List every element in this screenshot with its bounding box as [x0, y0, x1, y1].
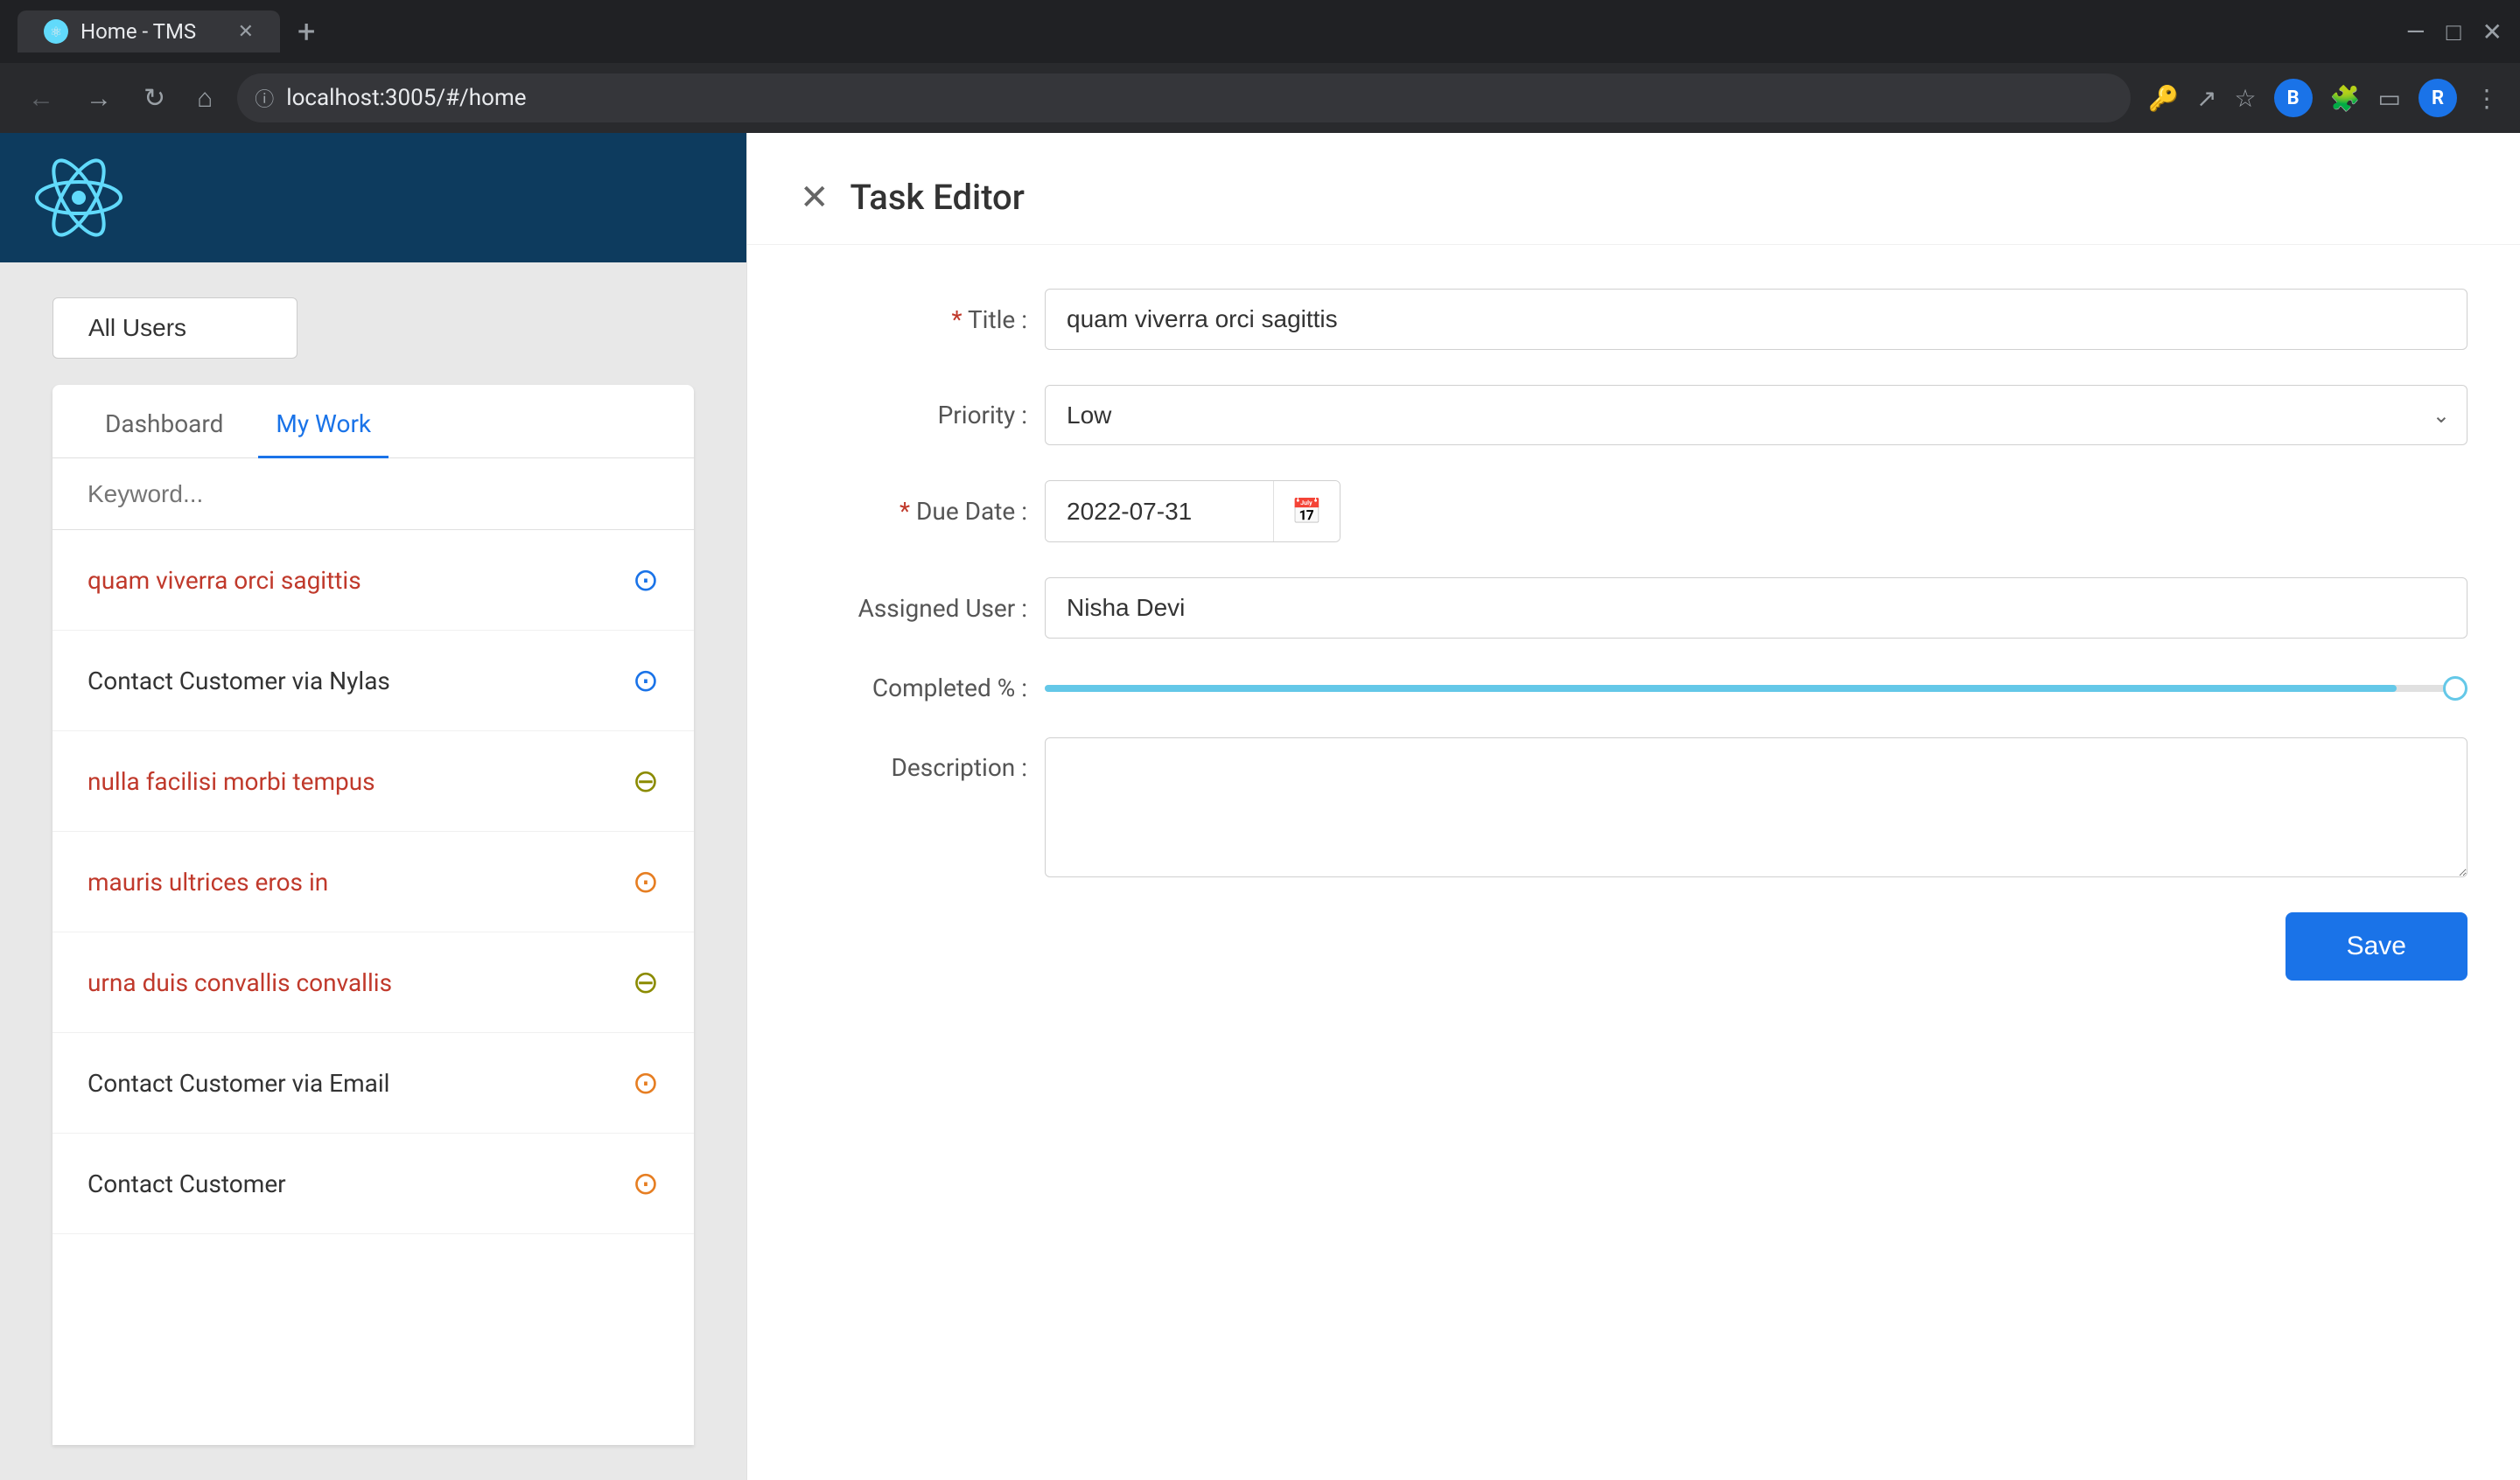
- task-editor-panel: ✕ Task Editor * Title : Priority : Low M…: [746, 133, 2520, 1480]
- close-editor-button[interactable]: ✕: [800, 180, 830, 215]
- slider-fill: [1045, 685, 2397, 692]
- task-item[interactable]: Contact Customer via Nylas ⊙: [52, 631, 694, 731]
- priority-row: Priority : Low Medium High ⌄: [800, 385, 2468, 445]
- all-users-button[interactable]: All Users: [52, 297, 298, 359]
- due-date-row: * Due Date : 📅: [800, 480, 2468, 542]
- due-date-input[interactable]: [1046, 482, 1273, 541]
- task-status-icon: ⊖: [633, 763, 659, 799]
- task-item[interactable]: quam viverra orci sagittis ⊙: [52, 530, 694, 631]
- task-title: urna duis convallis convallis: [88, 968, 392, 997]
- task-item[interactable]: Contact Customer via Email ⊙: [52, 1033, 694, 1134]
- task-status-icon: ⊖: [633, 964, 659, 1001]
- editor-form: * Title : Priority : Low Medium High ⌄: [747, 245, 2520, 1033]
- window-controls: — □ ✕: [2406, 17, 2502, 46]
- url-display: localhost:3005/#/home: [286, 85, 2113, 111]
- due-date-wrapper: 📅: [1045, 480, 1340, 542]
- completed-row: Completed % :: [800, 674, 2468, 702]
- menu-icon[interactable]: ⋮: [2474, 84, 2499, 113]
- maximize-btn[interactable]: □: [2446, 17, 2461, 46]
- task-item[interactable]: nulla facilisi morbi tempus ⊖: [52, 731, 694, 832]
- assigned-user-input[interactable]: [1045, 577, 2468, 639]
- profile-icon[interactable]: R: [2418, 79, 2457, 117]
- task-title: nulla facilisi morbi tempus: [88, 767, 375, 796]
- description-label: Description :: [800, 737, 1027, 782]
- address-bar-actions: 🔑 ↗ ☆ B 🧩 ▭ R ⋮: [2148, 79, 2499, 117]
- title-row: * Title :: [800, 289, 2468, 350]
- required-star-date: *: [900, 497, 910, 526]
- description-row: Description :: [800, 737, 2468, 877]
- task-status-icon: ⊙: [633, 1065, 659, 1101]
- tab-title: Home - TMS: [80, 19, 196, 44]
- tab-dashboard[interactable]: Dashboard: [88, 385, 241, 458]
- puzzle-icon[interactable]: 🧩: [2330, 84, 2361, 113]
- tabs-header: Dashboard My Work: [52, 385, 694, 458]
- app-container: All Users Dashboard My Work quam viverra…: [0, 133, 2520, 1480]
- calendar-icon-btn[interactable]: 📅: [1273, 481, 1340, 541]
- tabs-container: Dashboard My Work quam viverra orci sagi…: [52, 385, 694, 1445]
- main-content: All Users Dashboard My Work quam viverra…: [0, 262, 746, 1480]
- task-item[interactable]: urna duis convallis convallis ⊖: [52, 932, 694, 1033]
- task-status-icon: ⊙: [633, 562, 659, 598]
- task-editor-title: Task Editor: [850, 177, 1025, 218]
- address-input-wrap[interactable]: ⓘ localhost:3005/#/home: [237, 73, 2131, 122]
- completed-slider-wrapper: [1045, 676, 2468, 701]
- description-textarea[interactable]: [1045, 737, 2468, 877]
- completed-label: Completed % :: [800, 674, 1027, 702]
- reload-btn[interactable]: ↻: [136, 76, 172, 121]
- assigned-user-label: Assigned User :: [800, 594, 1027, 623]
- due-date-label: * Due Date :: [800, 497, 1027, 526]
- assigned-user-row: Assigned User :: [800, 577, 2468, 639]
- task-title: quam viverra orci sagittis: [88, 566, 361, 595]
- title-label: * Title :: [800, 305, 1027, 334]
- forward-btn[interactable]: →: [79, 76, 119, 121]
- tab-favicon: ⚛: [44, 19, 68, 44]
- lock-icon: ⓘ: [255, 84, 274, 112]
- search-bar: [52, 458, 694, 530]
- task-title: mauris ultrices eros in: [88, 868, 328, 897]
- task-item[interactable]: mauris ultrices eros in ⊙: [52, 832, 694, 932]
- required-star: *: [951, 305, 962, 334]
- task-title: Contact Customer via Email: [88, 1069, 389, 1098]
- app-logo-icon: [35, 154, 122, 241]
- task-title: Contact Customer via Nylas: [88, 667, 390, 695]
- new-tab-button[interactable]: +: [289, 10, 324, 53]
- tab-my-work[interactable]: My Work: [258, 385, 388, 458]
- slider-thumb[interactable]: [2443, 676, 2468, 701]
- sidebar-icon[interactable]: ▭: [2378, 84, 2401, 113]
- task-item[interactable]: Contact Customer ⊙: [52, 1134, 694, 1234]
- address-bar: ← → ↻ ⌂ ⓘ localhost:3005/#/home 🔑 ↗ ☆ B …: [0, 63, 2520, 133]
- priority-select-wrapper: Low Medium High ⌄: [1045, 385, 2468, 445]
- browser-tab[interactable]: ⚛ Home - TMS ✕: [18, 10, 280, 52]
- share-icon[interactable]: ↗: [2196, 84, 2216, 113]
- key-icon[interactable]: 🔑: [2148, 84, 2179, 113]
- left-panel: All Users Dashboard My Work quam viverra…: [0, 133, 746, 1480]
- extension-icon-blue[interactable]: B: [2274, 79, 2313, 117]
- priority-label: Priority :: [800, 401, 1027, 429]
- back-btn[interactable]: ←: [21, 76, 61, 121]
- task-status-icon: ⊙: [633, 1165, 659, 1202]
- star-icon[interactable]: ☆: [2235, 84, 2257, 113]
- browser-title-bar: ⚛ Home - TMS ✕ + — □ ✕: [0, 0, 2520, 63]
- task-status-icon: ⊙: [633, 863, 659, 900]
- app-header: [0, 133, 746, 262]
- tab-close-btn[interactable]: ✕: [238, 21, 254, 43]
- home-btn[interactable]: ⌂: [190, 76, 220, 121]
- slider-track: [1045, 685, 2468, 692]
- close-window-btn[interactable]: ✕: [2482, 17, 2502, 46]
- save-button[interactable]: Save: [2286, 912, 2468, 981]
- task-title: Contact Customer: [88, 1169, 286, 1198]
- search-input[interactable]: [88, 480, 659, 508]
- save-row: Save: [800, 912, 2468, 989]
- title-input[interactable]: [1045, 289, 2468, 350]
- minimize-btn[interactable]: —: [2406, 17, 2426, 46]
- task-list: quam viverra orci sagittis ⊙ Contact Cus…: [52, 530, 694, 1445]
- priority-select[interactable]: Low Medium High: [1045, 385, 2468, 445]
- task-editor-header: ✕ Task Editor: [747, 133, 2520, 245]
- task-status-icon: ⊙: [633, 662, 659, 699]
